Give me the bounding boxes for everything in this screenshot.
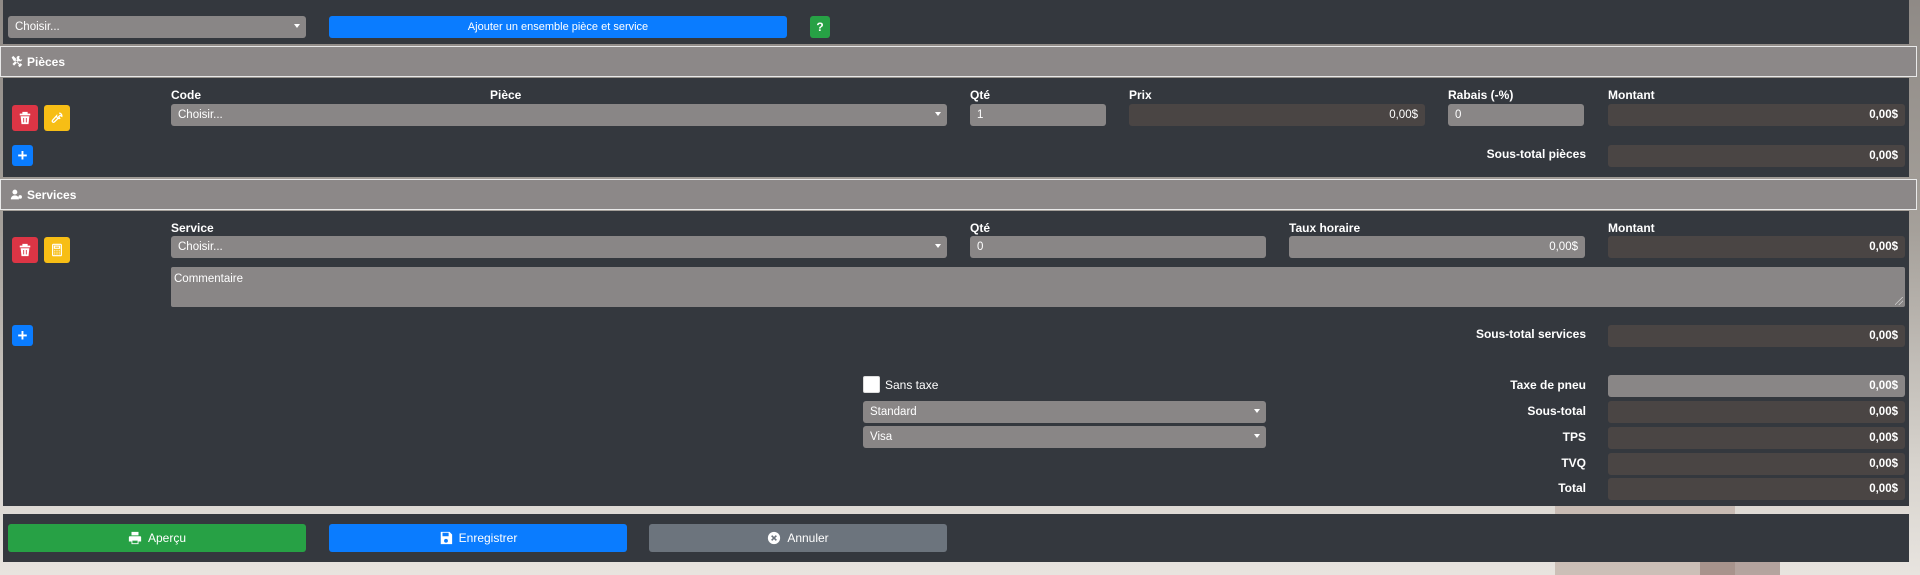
add-piece-button[interactable]: + [12,145,33,166]
services-subtotal-value: 0,00$ [1869,330,1898,342]
tvq-value: 0,00$ [1869,458,1898,470]
tools-icon [9,55,23,69]
calculator-icon [52,243,62,257]
piece-price-value: 0,00$ [1389,109,1418,121]
delete-service-button[interactable] [12,237,38,263]
services-header: Services [0,179,1917,210]
save-button-label: Enregistrer [458,531,518,545]
col-rate-label: Taux horaire [1289,221,1361,235]
delete-piece-button[interactable] [12,105,38,131]
help-button-label: ? [816,20,824,34]
comment-placeholder: Commentaire [174,273,244,285]
tax-type-value: Standard [870,406,917,418]
tps-value: 0,00$ [1869,432,1898,444]
col-service-qty-label: Qté [970,221,991,235]
tax-type-select[interactable]: Standard [863,401,1266,423]
services-subtotal-label: Sous-total services [1475,327,1586,341]
service-amount-value: 0,00$ [1869,241,1898,253]
chevron-down-icon [1254,409,1260,413]
pieces-subtotal-field: 0,00$ [1608,145,1905,167]
tire-tax-field: 0,00$ [1608,375,1905,397]
col-piece-label: Pièce [490,88,522,102]
col-service-amount-label: Montant [1608,221,1655,235]
piece-price-field: 0,00$ [1129,104,1425,126]
chevron-down-icon [294,24,300,28]
tire-tax-value: 0,00$ [1869,380,1898,392]
subtotal-value: 0,00$ [1869,406,1898,418]
user-gear-icon [9,188,23,202]
payment-method-value: Visa [870,431,893,443]
col-code-label: Code [171,88,201,102]
piece-discount-input[interactable]: 0 [1448,104,1584,126]
pieces-subtotal-value: 0,00$ [1869,150,1898,162]
col-amount-label: Montant [1608,88,1655,102]
service-amount-field: 0,00$ [1608,236,1905,258]
help-button[interactable]: ? [810,16,830,38]
save-icon [440,531,452,545]
tire-tax-label: Taxe de pneu [1510,378,1586,392]
wrench-icon [51,112,63,123]
plus-icon: + [17,325,28,345]
total-label: Total [1558,481,1586,495]
total-field: 0,00$ [1608,478,1905,500]
piece-qty-value: 1 [977,109,984,121]
subtotal-field: 0,00$ [1608,401,1905,423]
chevron-down-icon [1254,434,1260,438]
tps-label: TPS [1562,430,1586,444]
tps-field: 0,00$ [1608,427,1905,449]
col-price-label: Prix [1129,88,1152,102]
cancel-button[interactable]: Annuler [649,524,947,552]
service-qty-value: 0 [977,241,984,253]
col-service-label: Service [171,221,214,235]
piece-qty-input[interactable]: 1 [970,104,1106,126]
pieces-header-title: Pièces [27,54,66,69]
piece-select[interactable]: Choisir... [171,104,947,126]
tvq-field: 0,00$ [1608,453,1905,475]
service-select[interactable]: Choisir... [171,236,947,258]
service-calc-button[interactable] [44,237,70,263]
plus-icon: + [17,145,28,165]
no-tax-label: Sans taxe [885,378,939,392]
preview-button-label: Aperçu [147,531,187,545]
trash-icon [19,111,31,125]
piece-amount-value: 0,00$ [1869,109,1898,121]
set-select-value: Choisir... [15,21,60,33]
add-set-button[interactable]: Ajouter un ensemble pièce et service [329,16,787,38]
add-service-button[interactable]: + [12,325,33,346]
services-header-title: Services [27,187,77,202]
service-qty-input[interactable]: 0 [970,236,1266,258]
subtotal-label: Sous-total [1527,404,1586,418]
add-set-button-label: Ajouter un ensemble pièce et service [467,21,649,33]
payment-method-select[interactable]: Visa [863,426,1266,448]
trash-icon [19,243,31,257]
cancel-button-label: Annuler [787,531,829,545]
service-comment-textarea[interactable]: Commentaire [171,267,1905,307]
total-value: 0,00$ [1869,483,1898,495]
piece-tool-button[interactable] [44,105,70,131]
service-rate-field: 0,00$ [1289,236,1585,258]
resize-grip-icon[interactable] [1895,297,1903,305]
piece-discount-value: 0 [1455,109,1462,121]
piece-select-value: Choisir... [178,109,223,121]
close-circle-icon [768,531,781,545]
service-select-value: Choisir... [178,241,223,253]
preview-button[interactable]: Aperçu [8,524,306,552]
col-qty-label: Qté [970,88,991,102]
set-select[interactable]: Choisir... [8,16,306,38]
tvq-label: TVQ [1561,456,1586,470]
pieces-header: Pièces [0,46,1917,77]
piece-amount-field: 0,00$ [1608,104,1905,126]
save-button[interactable]: Enregistrer [329,524,627,552]
printer-icon [128,531,142,545]
chevron-down-icon [935,112,941,116]
service-rate-value: 0,00$ [1549,241,1578,253]
col-discount-label: Rabais (-%) [1448,88,1514,102]
services-subtotal-field: 0,00$ [1608,325,1905,347]
pieces-subtotal-label: Sous-total pièces [1486,147,1586,161]
chevron-down-icon [935,244,941,248]
no-tax-checkbox[interactable] [863,376,880,393]
